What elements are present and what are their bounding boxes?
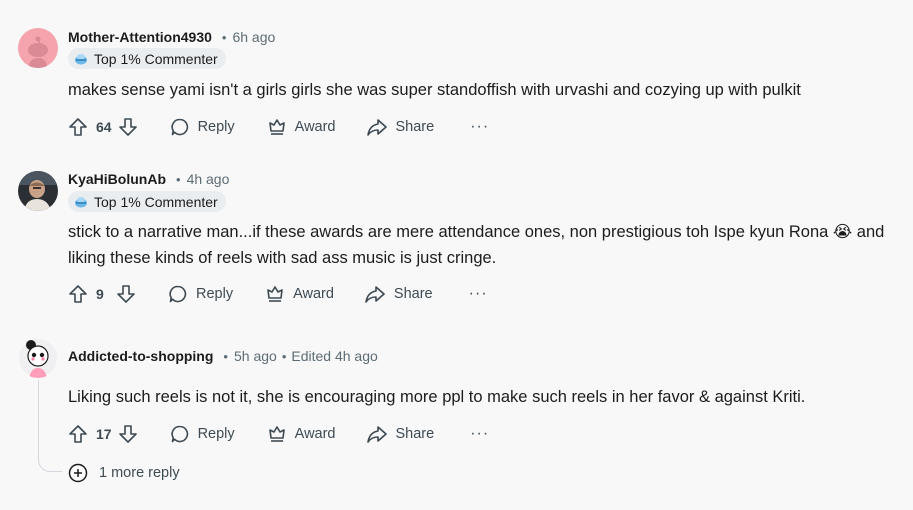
comment-text: Liking such reels is not it, she is enco…: [68, 388, 806, 406]
edited-label: Edited 4h ago: [291, 348, 378, 364]
award-icon: [267, 286, 283, 302]
vote-count: 64: [96, 119, 112, 135]
vote-group: 17: [62, 418, 144, 450]
reply-label: Reply: [197, 119, 235, 135]
reply-button[interactable]: Reply: [162, 278, 239, 310]
username[interactable]: Addicted-to-shopping: [68, 348, 213, 364]
downvote-icon[interactable]: [116, 284, 136, 304]
more-options-icon: ···: [468, 285, 488, 302]
share-button[interactable]: Share: [358, 278, 439, 310]
share-icon: [366, 119, 387, 136]
thread-line[interactable]: [38, 380, 39, 460]
reply-button[interactable]: Reply: [164, 111, 241, 143]
share-icon: [366, 426, 387, 443]
upvote-icon[interactable]: [68, 424, 88, 444]
username[interactable]: Mother-Attention4930: [68, 29, 212, 45]
more-options-button[interactable]: ···: [463, 278, 494, 310]
award-icon: [268, 119, 285, 135]
avatar[interactable]: [18, 338, 58, 378]
separator-dot: •: [221, 29, 227, 45]
comment-header: Mother-Attention4930 • 6h ago: [68, 27, 275, 47]
avatar[interactable]: [18, 171, 58, 211]
share-label: Share: [395, 119, 435, 135]
comment-text: makes sense yami isn't a girls girls she…: [68, 81, 801, 99]
vote-group: 9: [62, 278, 142, 310]
user-flair: Top 1% Commenter: [68, 191, 226, 212]
award-button[interactable]: Award: [259, 278, 340, 310]
comment-actions: 17 Reply Award Share ···: [62, 416, 495, 452]
vote-group: 64: [62, 111, 144, 143]
upvote-icon[interactable]: [68, 284, 88, 304]
share-label: Share: [395, 426, 435, 442]
comment-bubble-icon: [169, 285, 187, 303]
share-label: Share: [393, 286, 433, 302]
more-options-button[interactable]: ···: [464, 418, 495, 450]
award-label: Award: [294, 119, 336, 135]
comment-bubble-icon: [170, 425, 188, 443]
avatar[interactable]: [18, 28, 58, 68]
expand-plus-icon: [68, 463, 88, 483]
award-label: Award: [293, 286, 334, 302]
comment-actions: 9 Reply Award Share ···: [62, 276, 494, 312]
reply-label: Reply: [196, 286, 234, 302]
comment-actions: 64 Reply Award Share ···: [62, 109, 495, 145]
award-label: Award: [294, 426, 336, 442]
user-photo-avatar-icon: [18, 171, 58, 211]
upvote-icon[interactable]: [68, 117, 88, 137]
reply-button[interactable]: Reply: [164, 418, 241, 450]
award-button[interactable]: Award: [261, 418, 342, 450]
username[interactable]: KyaHiBolunAb: [68, 171, 166, 187]
timestamp[interactable]: 4h ago: [187, 171, 230, 187]
more-replies-label: 1 more reply: [99, 465, 180, 481]
user-flair: Top 1% Commenter: [68, 48, 226, 69]
thread-connector: [38, 458, 62, 472]
separator-dot: •: [176, 171, 181, 187]
share-button[interactable]: Share: [360, 111, 441, 143]
downvote-icon[interactable]: [118, 117, 138, 137]
separator-dot: •: [223, 348, 228, 364]
downvote-icon[interactable]: [118, 424, 138, 444]
reply-label: Reply: [197, 426, 235, 442]
comment-header: KyaHiBolunAb • 4h ago: [68, 169, 229, 189]
more-replies-button[interactable]: 1 more reply: [68, 463, 180, 483]
more-options-button[interactable]: ···: [464, 111, 495, 143]
comment-text: stick to a narrative man...if these awar…: [68, 223, 885, 267]
award-icon: [268, 426, 285, 442]
commenter-badge-icon: [74, 195, 88, 209]
reddit-snoo-avatar-icon: [18, 28, 58, 68]
comment-bubble-icon: [170, 118, 188, 136]
vote-count: 9: [96, 286, 104, 302]
share-button[interactable]: Share: [360, 418, 441, 450]
vote-count: 17: [96, 426, 112, 442]
separator-dot: •: [281, 348, 287, 364]
flair-label: Top 1% Commenter: [94, 193, 218, 210]
timestamp[interactable]: 6h ago: [232, 29, 275, 45]
award-button[interactable]: Award: [261, 111, 342, 143]
flair-label: Top 1% Commenter: [94, 50, 218, 67]
timestamp[interactable]: 5h ago: [234, 348, 277, 364]
share-icon: [365, 286, 385, 303]
more-options-icon: ···: [470, 425, 490, 442]
cartoon-avatar-icon: [18, 338, 58, 378]
more-options-icon: ···: [470, 118, 490, 135]
commenter-badge-icon: [74, 52, 88, 66]
comment-header: Addicted-to-shopping • 5h ago • Edited 4…: [68, 346, 378, 366]
